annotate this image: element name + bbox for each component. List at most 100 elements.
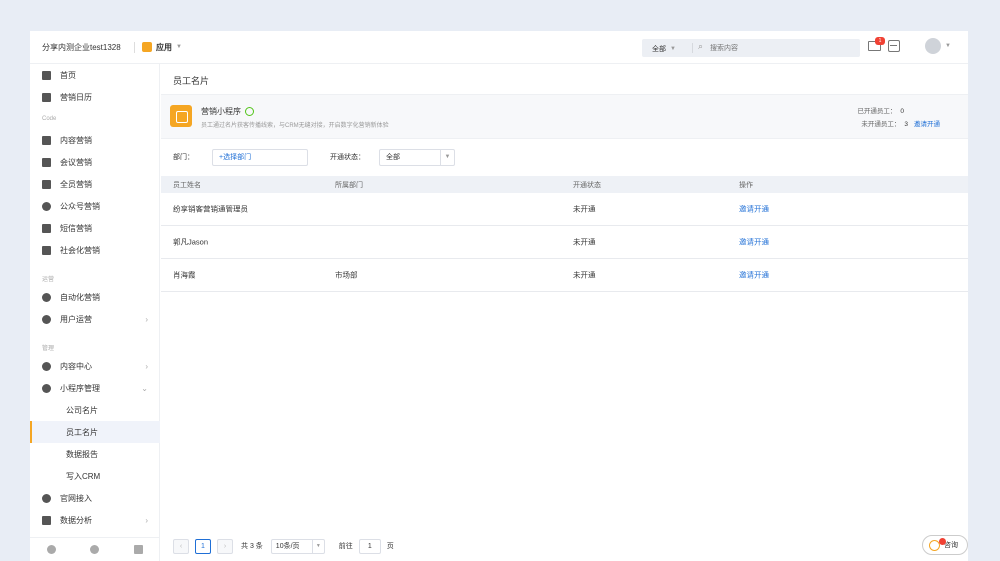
sidebar-item-label: 全员营销 — [60, 179, 92, 189]
employee-dept: 市场部 — [335, 270, 358, 280]
invite-button[interactable]: 邀请开通 — [739, 270, 769, 281]
sidebar-item-label: 写入CRM — [66, 471, 101, 481]
sidebar-item-label: 数据分析 — [60, 515, 92, 525]
sidebar-subitem-employee-card[interactable]: 员工名片 — [30, 421, 160, 443]
sidebar-item-label: 官网接入 — [60, 493, 92, 503]
company-name: 分享内测企业test1328 — [42, 43, 121, 52]
caret-down-icon[interactable]: ▼ — [945, 43, 951, 49]
sidebar-item-content-marketing[interactable]: 内容营销 — [30, 129, 160, 151]
sidebar-item-home[interactable]: 首页 — [30, 64, 160, 86]
sms-icon — [42, 223, 51, 233]
invite-button[interactable]: 邀请开通 — [739, 237, 769, 248]
column-header: 开通状态 — [573, 181, 601, 189]
table-row: 郭凡Jason 未开通 邀请开通 — [161, 226, 968, 259]
miniprogram-logo-icon — [170, 105, 192, 127]
employee-name: 纷享销客营销通管理员 — [173, 204, 248, 214]
employee-name: 肖海霞 — [173, 270, 196, 280]
sidebar-item-label: 用户运营 — [60, 314, 92, 324]
sidebar-item-content-center[interactable]: 内容中心 › — [30, 355, 160, 377]
status-filter-label: 开通状态： — [330, 154, 365, 161]
prev-page-button[interactable]: ‹ — [173, 538, 189, 554]
chevron-right-icon: › — [145, 314, 148, 324]
sidebar-item-user-ops[interactable]: 用户运营 › — [30, 308, 160, 330]
document-icon — [42, 135, 51, 145]
sidebar-item-miniprogram[interactable]: 小程序管理 ⌄ — [30, 377, 160, 399]
table-header: 员工姓名 所属部门 开通状态 操作 — [161, 176, 968, 193]
dept-select-value: +选择部门 — [219, 154, 252, 161]
social-icon — [42, 245, 51, 255]
sidebar-item-label: 公司名片 — [66, 405, 98, 415]
page-title: 员工名片 — [173, 76, 210, 86]
mail-badge: 1 — [875, 37, 885, 45]
sidebar-subitem-company-card[interactable]: 公司名片 — [30, 399, 160, 421]
chevron-down-icon: ▼ — [440, 149, 454, 165]
top-bar: 分享内测企业test1328 应用 ▼ 全部 ▼ ⌕ 1 ▼ — [30, 31, 968, 64]
gear-icon[interactable] — [47, 545, 57, 554]
content-center-icon — [42, 361, 51, 371]
sidebar: 首页 营销日历 Code 内容营销 会议营销 全员营销 公众号营销 短信营销 社… — [30, 64, 160, 561]
employee-status: 未开通 — [573, 270, 596, 280]
opened-stat: 已开通员工： 0 — [857, 105, 940, 115]
consult-button[interactable]: 咨询 — [922, 535, 968, 555]
search-icon: ⌕ — [698, 41, 704, 51]
website-icon — [42, 493, 51, 503]
sidebar-item-calendar[interactable]: 营销日历 — [30, 86, 160, 108]
sidebar-item-label: 会议营销 — [60, 157, 92, 167]
page-size-value: 10条/页 — [275, 543, 300, 550]
sidebar-item-team[interactable]: 全员营销 — [30, 173, 160, 195]
page-number-button[interactable]: 1 — [195, 538, 211, 554]
sidebar-item-website[interactable]: 官网接入 — [30, 487, 160, 509]
status-select[interactable]: 全部 ▼ — [379, 148, 455, 166]
section-label: Code — [42, 116, 57, 122]
main-content: 员工名片 营销小程序 员工通过名片获客传播线索，与CRM无缝对接，开启数字化营销… — [161, 64, 968, 561]
avatar[interactable] — [925, 38, 941, 54]
opened-value: 0 — [900, 108, 904, 115]
dept-select[interactable]: +选择部门 — [212, 148, 308, 166]
meeting-icon — [42, 157, 51, 167]
sidebar-item-sms[interactable]: 短信营销 — [30, 217, 160, 239]
notification-dot — [939, 538, 946, 545]
sidebar-subitem-data-report[interactable]: 数据报告 — [30, 443, 160, 465]
opened-label: 已开通员工： — [857, 108, 897, 115]
sidebar-item-analytics[interactable]: 数据分析 › — [30, 509, 160, 531]
sidebar-item-social[interactable]: 社会化营销 — [30, 239, 160, 261]
filter-bar: 部门： +选择部门 开通状态： 全部 ▼ — [173, 148, 455, 166]
sidebar-item-wechat[interactable]: 公众号营销 — [30, 195, 160, 217]
search-scope-select[interactable]: 全部 ▼ — [652, 44, 676, 54]
search-scope-label: 全部 — [652, 46, 666, 53]
page-size-select[interactable]: 10条/页 ▼ — [270, 538, 325, 554]
app-window: 分享内测企业test1328 应用 ▼ 全部 ▼ ⌕ 1 ▼ 首页 营 — [30, 31, 968, 561]
cube-icon — [142, 42, 152, 52]
miniprogram-icon — [42, 383, 51, 393]
inbox-icon[interactable] — [888, 40, 900, 52]
home-icon — [42, 70, 51, 80]
employee-status: 未开通 — [573, 204, 596, 214]
help-icon[interactable] — [90, 545, 100, 554]
chevron-down-icon: ⌄ — [141, 383, 148, 393]
sidebar-subitem-crm[interactable]: 写入CRM — [30, 465, 160, 487]
invite-all-link[interactable]: 邀请开通 — [914, 121, 940, 128]
sidebar-item-meeting[interactable]: 会议营销 — [30, 151, 160, 173]
sidebar-item-label: 自动化营销 — [60, 292, 100, 302]
header-divider — [134, 42, 135, 53]
sidebar-item-automation[interactable]: 自动化营销 — [30, 286, 160, 308]
analytics-icon — [42, 515, 51, 525]
sidebar-item-label: 内容中心 — [60, 361, 92, 371]
app-menu-button[interactable]: 应用 ▼ — [142, 40, 182, 54]
invite-button[interactable]: 邀请开通 — [739, 204, 769, 215]
employee-table: 员工姓名 所属部门 开通状态 操作 纷享销客营销通管理员 未开通 邀请开通 郭凡… — [161, 176, 968, 292]
sidebar-item-label: 营销日历 — [60, 92, 92, 102]
caret-down-icon: ▼ — [176, 44, 182, 50]
goto-page-input[interactable]: 1 — [358, 538, 381, 554]
table-row: 肖海霞 市场部 未开通 邀请开通 — [161, 259, 968, 292]
search-input[interactable] — [710, 42, 850, 54]
goto-label: 前往 — [338, 543, 353, 550]
next-page-button[interactable]: › — [217, 538, 233, 554]
section-label: 运营 — [42, 277, 55, 283]
consult-label: 咨询 — [944, 542, 958, 549]
collapse-icon[interactable] — [133, 545, 143, 554]
sidebar-item-label: 首页 — [60, 70, 76, 80]
sidebar-item-label: 小程序管理 — [60, 383, 100, 393]
section-label: 管理 — [42, 346, 55, 352]
column-header: 操作 — [739, 181, 753, 189]
